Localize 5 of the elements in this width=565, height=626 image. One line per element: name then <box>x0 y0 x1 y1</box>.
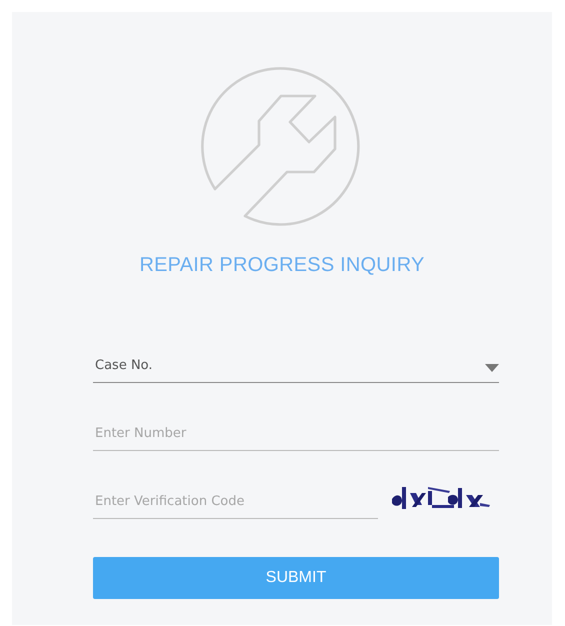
page-title: REPAIR PROGRESS INQUIRY <box>139 253 425 278</box>
input-field[interactable]: Enter Verification Code <box>93 485 378 519</box>
caret-icon <box>485 364 499 372</box>
input-field[interactable]: Enter Number <box>93 417 499 451</box>
case-select[interactable]: Case No. <box>93 349 499 383</box>
